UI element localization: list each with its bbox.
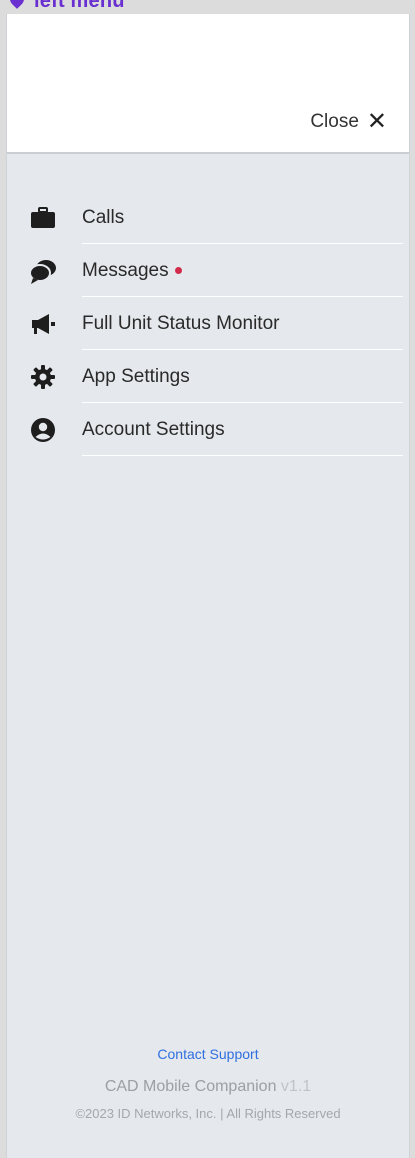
unread-badge-dot <box>174 267 182 274</box>
close-button-label: Close <box>310 111 359 132</box>
user-circle-icon <box>29 416 57 444</box>
close-button[interactable]: Close ✕ <box>310 110 387 134</box>
menu-item-label: App Settings <box>82 365 190 387</box>
app-name: CAD Mobile Companion <box>104 1078 277 1095</box>
menu-item-app-settings[interactable]: App Settings <box>7 350 409 403</box>
menu-item-label: Account Settings <box>82 418 225 440</box>
copyright-text: ©2023 ID Networks, Inc. | All Rights Res… <box>75 1106 341 1121</box>
menu-list: Calls Messages Full Unit Status Monitor … <box>7 191 409 456</box>
briefcase-icon <box>29 204 57 232</box>
contact-support-link[interactable]: Contact Support <box>7 1046 409 1062</box>
menu-item-calls[interactable]: Calls <box>7 191 409 244</box>
menu-item-label: Messages <box>82 260 182 282</box>
menu-item-label: Full Unit Status Monitor <box>82 312 280 334</box>
menu-item-label-text: Messages <box>82 259 169 281</box>
menu-divider <box>82 455 403 456</box>
menu-item-messages[interactable]: Messages <box>7 244 409 297</box>
menu-item-label: Calls <box>82 206 125 228</box>
menu-header: Close ✕ <box>7 14 409 154</box>
side-menu-panel: Close ✕ Calls Messages Full Unit Status … <box>6 14 410 1158</box>
map-pin-icon <box>7 0 27 9</box>
close-icon: ✕ <box>366 108 387 135</box>
menu-item-full-unit-status-monitor[interactable]: Full Unit Status Monitor <box>7 297 409 350</box>
gear-icon <box>29 363 57 391</box>
left-menu-label-text: left menu <box>34 0 125 12</box>
chat-bubbles-icon <box>29 257 57 285</box>
menu-item-account-settings[interactable]: Account Settings <box>7 403 409 456</box>
left-menu-label: left menu <box>7 0 125 12</box>
app-name-version: CAD Mobile Companion v1.1 <box>7 1078 409 1096</box>
megaphone-icon <box>29 310 57 338</box>
app-version: v1.1 <box>280 1078 312 1095</box>
